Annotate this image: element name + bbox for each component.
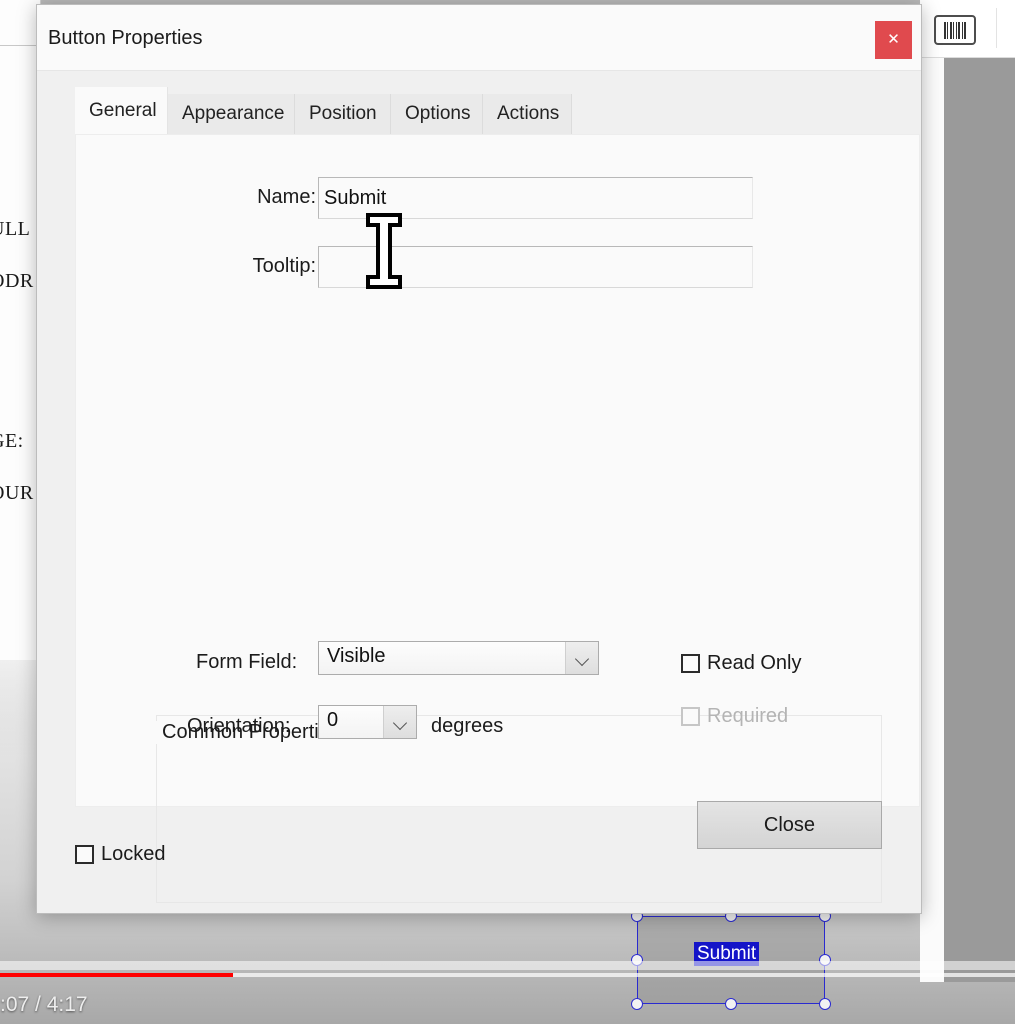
document-text-fragment: ULL	[0, 218, 31, 240]
video-progress-fill	[0, 973, 234, 977]
video-progress-track[interactable]	[0, 973, 1015, 977]
close-button[interactable]: Close	[697, 801, 882, 849]
video-player-bar: :07 / 4:17	[0, 958, 1015, 1024]
toolbar-divider	[996, 8, 997, 48]
right-side-panel	[944, 57, 1015, 982]
checkbox-box	[681, 654, 700, 673]
pdf-document-page: ULL ODR GE: OUR	[0, 0, 41, 660]
button-properties-dialog: Button Properties ✕ General Appearance P…	[36, 4, 922, 914]
barcode-icon[interactable]	[934, 15, 976, 45]
orientation-value: 0	[327, 709, 339, 731]
dialog-tabstrip: General Appearance Position Options Acti…	[75, 87, 920, 134]
document-text-fragment: GE:	[0, 430, 24, 452]
close-x-icon[interactable]: ✕	[875, 21, 912, 59]
locked-checkbox[interactable]: Locked	[75, 843, 166, 866]
tab-appearance[interactable]: Appearance	[168, 94, 295, 134]
locked-label: Locked	[101, 843, 166, 865]
barcode-bar	[943, 21, 946, 39]
name-label: Name:	[257, 186, 316, 208]
barcode-bar	[949, 21, 952, 39]
text-ibeam-cursor	[366, 213, 402, 289]
tab-general[interactable]: General	[75, 87, 168, 134]
required-label: Required	[707, 705, 789, 727]
document-text-fragment: ODR	[0, 270, 34, 292]
dialog-title: Button Properties	[48, 27, 203, 49]
read-only-label: Read Only	[707, 652, 802, 674]
video-frame-stage: ULLODRGE:OUR Submit Butt	[0, 0, 1015, 1024]
tab-actions[interactable]: Actions	[483, 94, 572, 134]
tooltip-label: Tooltip:	[252, 255, 316, 277]
app-toolbar	[920, 0, 1015, 58]
tab-position[interactable]: Position	[295, 94, 391, 134]
required-checkbox: Required	[681, 705, 788, 728]
barcode-bar	[947, 21, 949, 39]
checkbox-box	[75, 845, 94, 864]
orientation-label: Orientation:	[187, 715, 291, 737]
form-field-label: Form Field:	[196, 651, 298, 673]
form-field-value: Visible	[327, 645, 386, 667]
video-time-label: :07 / 4:17	[0, 993, 88, 1016]
chevron-down-icon[interactable]	[383, 706, 416, 738]
barcode-bar	[953, 21, 955, 39]
tab-options[interactable]: Options	[391, 94, 483, 134]
chevron-down-icon[interactable]	[565, 642, 598, 674]
read-only-checkbox[interactable]: Read Only	[681, 652, 802, 675]
orientation-select[interactable]: 0	[318, 705, 417, 739]
checkbox-box	[681, 707, 700, 726]
document-rule-line	[0, 45, 40, 46]
barcode-bar	[958, 21, 961, 39]
dialog-titlebar: Button Properties ✕	[37, 5, 921, 71]
form-field-select[interactable]: Visible	[318, 641, 599, 675]
barcode-bar	[964, 21, 967, 39]
barcode-bar	[955, 21, 957, 39]
tab-panel-general: Name: Tooltip: Common Properties Form Fi…	[75, 134, 920, 903]
document-text-fragment: OUR	[0, 482, 34, 504]
barcode-bar	[961, 21, 963, 39]
right-scroll-strip	[920, 57, 944, 982]
degrees-label: degrees	[431, 715, 504, 737]
